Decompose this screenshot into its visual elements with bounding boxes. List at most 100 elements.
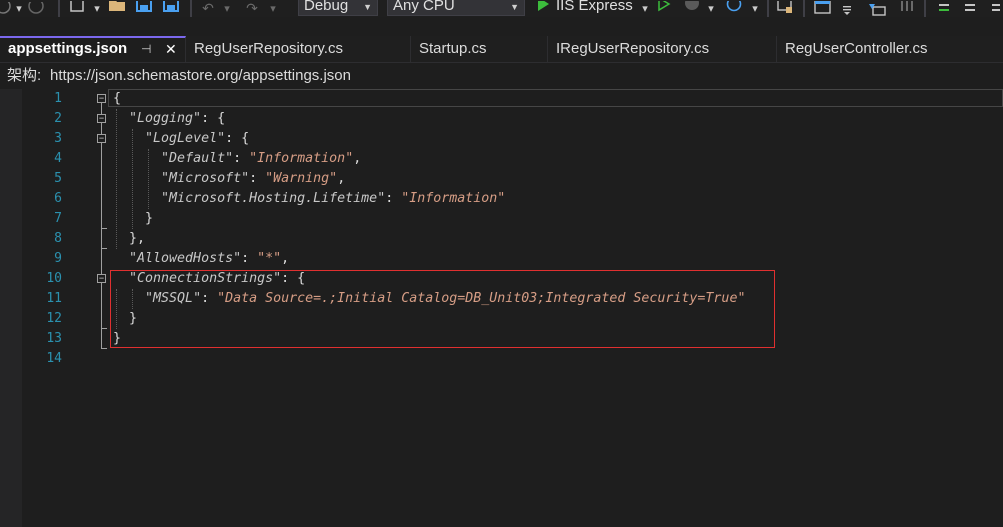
run-target-label: IIS Express (556, 0, 633, 14)
code-line[interactable]: "Microsoft.Hosting.Lifetime": "Informati… (113, 189, 505, 209)
tab-reguserrepository-cs[interactable]: RegUserRepository.cs (186, 36, 411, 62)
json-punctuation: , (353, 151, 362, 166)
toolbar-separator (767, 0, 769, 17)
tab-ireguserrepository-cs[interactable]: IRegUserRepository.cs (548, 36, 777, 62)
save-all-icon[interactable] (162, 0, 180, 17)
json-string: "Information" (249, 151, 354, 166)
current-line-highlight (108, 89, 1003, 107)
platform-dropdown-value: Any CPU (393, 0, 455, 14)
toolbar-separator (803, 0, 805, 17)
json-punctuation: : { (201, 111, 226, 126)
line-number: 1 (54, 91, 62, 106)
save-icon[interactable] (135, 0, 153, 17)
tab-regusercontroller-cs[interactable]: RegUserController.cs (777, 36, 1003, 62)
step-into-icon[interactable] (866, 0, 888, 17)
code-line[interactable]: "Default": "Information", (113, 149, 361, 169)
tab-appsettings-json[interactable]: appsettings.json ⊣ ✕ (0, 36, 186, 62)
collapse-icon[interactable]: − (97, 134, 106, 143)
chevron-down-icon[interactable]: ▾ (706, 0, 716, 17)
line-number: 3 (54, 131, 62, 146)
outline-end (101, 228, 107, 229)
collapse-icon[interactable]: − (97, 114, 106, 123)
toolbar-options-icon[interactable] (840, 0, 854, 17)
toolbar-separator (190, 0, 192, 17)
json-punctuation: , (337, 171, 346, 186)
chevron-down-icon[interactable]: ▾ (640, 0, 650, 17)
line-number: 14 (46, 351, 62, 366)
new-project-icon[interactable] (68, 0, 88, 17)
chevron-down-icon[interactable]: ▾ (750, 0, 760, 17)
json-key: "Logging" (129, 111, 202, 126)
refresh-icon[interactable] (724, 0, 744, 17)
tab-startup-cs[interactable]: Startup.cs (411, 36, 548, 62)
tab-label: RegUserRepository.cs (194, 40, 343, 57)
code-line[interactable]: "AllowedHosts": "*", (113, 249, 289, 269)
outdent-icon[interactable] (986, 0, 1002, 17)
json-punctuation: : { (225, 131, 250, 146)
chevron-down-icon[interactable]: ▾ (14, 0, 24, 17)
json-key: "AllowedHosts" (129, 251, 242, 266)
chevron-down-icon: ▼ (510, 2, 519, 12)
step-over-icon[interactable] (896, 0, 916, 17)
outline-end (101, 348, 107, 349)
toolbar-separator (58, 0, 60, 17)
collapse-icon[interactable]: − (97, 94, 106, 103)
attach-icon[interactable] (682, 0, 702, 17)
browser-link-icon[interactable] (775, 0, 795, 17)
json-punctuation: }, (129, 231, 146, 246)
indicator-margin[interactable] (0, 89, 22, 527)
json-punctuation: : (249, 171, 266, 186)
code-line[interactable]: "Logging": { (113, 109, 225, 129)
pin-icon[interactable]: ⊣ (141, 38, 151, 60)
json-punctuation: , (281, 251, 290, 266)
json-punctuation: { (113, 91, 122, 106)
code-line[interactable]: }, (113, 229, 145, 249)
undo-icon[interactable]: ↶ (198, 0, 218, 17)
line-number: 6 (54, 191, 62, 206)
chevron-down-icon[interactable]: ▾ (222, 0, 232, 17)
tab-label: RegUserController.cs (785, 40, 928, 57)
json-punctuation: : (385, 191, 402, 206)
uncomment-icon[interactable] (960, 0, 980, 17)
back-icon[interactable] (0, 0, 12, 17)
line-number: 5 (54, 171, 62, 186)
line-number: 4 (54, 151, 62, 166)
chevron-down-icon: ▼ (363, 2, 372, 12)
toolbar-separator (924, 0, 926, 17)
json-punctuation: } (145, 211, 154, 226)
document-tabs: appsettings.json ⊣ ✕ RegUserRepository.c… (0, 36, 1003, 63)
run-target-button[interactable]: IIS Express (556, 0, 633, 17)
layout-icon[interactable] (812, 0, 834, 17)
collapse-icon[interactable]: − (97, 274, 106, 283)
code-editor[interactable]: 1 2 3 4 5 6 7 8 9 10 11 12 13 14 − − − −… (0, 89, 1003, 527)
schema-url-field[interactable]: https://json.schemastore.org/appsettings… (50, 63, 351, 89)
json-string: "Warning" (265, 171, 338, 186)
close-icon[interactable]: ✕ (165, 38, 177, 60)
schema-label: 架构: (7, 67, 42, 84)
play-icon[interactable] (535, 0, 551, 17)
forward-icon[interactable] (28, 0, 44, 17)
json-key: "LogLevel" (145, 131, 226, 146)
start-without-debugging-icon[interactable] (656, 0, 672, 17)
json-string: "*" (257, 251, 282, 266)
open-folder-icon[interactable] (108, 0, 126, 17)
redo-icon[interactable]: ↷ (242, 0, 262, 17)
code-line[interactable]: { (113, 89, 121, 109)
chevron-down-icon[interactable]: ▾ (268, 0, 278, 17)
code-line[interactable]: "Microsoft": "Warning", (113, 169, 345, 189)
tab-label: appsettings.json (8, 40, 128, 57)
comment-icon[interactable] (934, 0, 954, 17)
toolbar: ▾ ▾ ↶ ▾ ↷ ▾ Debug ▼ Any CPU ▼ IIS Expres… (0, 0, 1003, 17)
code-line[interactable]: } (113, 209, 153, 229)
config-dropdown[interactable]: Debug ▼ (298, 0, 378, 16)
code-line[interactable]: "LogLevel": { (113, 129, 249, 149)
platform-dropdown[interactable]: Any CPU ▼ (387, 0, 525, 16)
chevron-down-icon[interactable]: ▾ (92, 0, 102, 17)
